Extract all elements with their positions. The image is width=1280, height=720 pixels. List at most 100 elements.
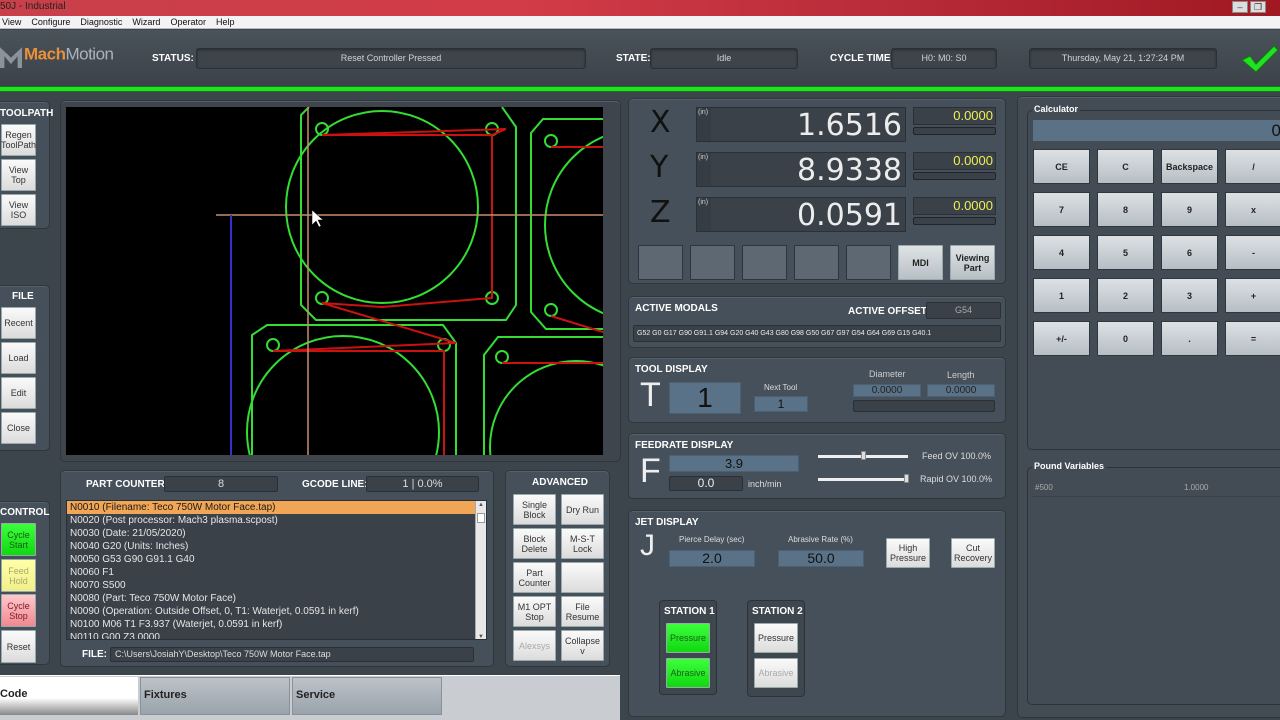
calc-key-c[interactable]: C xyxy=(1097,149,1154,184)
station-2-pressure-button[interactable]: Pressure xyxy=(754,623,798,653)
block-delete-button[interactable]: Block Delete xyxy=(513,528,556,559)
gcode-line[interactable]: N0050 G53 G90 G91.1 G40 xyxy=(67,553,486,566)
station-1-group: STATION 1 Pressure Abrasive xyxy=(659,600,717,695)
m1-opt-stop-button[interactable]: M1 OPT Stop xyxy=(513,596,556,627)
scroll-thumb[interactable] xyxy=(477,513,485,523)
tab-fixtures[interactable]: Fixtures xyxy=(140,677,290,715)
feed-hold-button[interactable]: Feed Hold xyxy=(1,559,36,592)
blank-dro-button-2[interactable] xyxy=(690,245,735,280)
calculator-title: Calculator xyxy=(1032,104,1081,114)
menu-operator[interactable]: Operator xyxy=(170,16,206,28)
jet-display-title: JET DISPLAY xyxy=(635,517,699,528)
gcode-line[interactable]: N0100 M06 T1 F3.937 (Waterjet, 0.0591 in… xyxy=(67,618,486,631)
view-iso-button[interactable]: View ISO xyxy=(1,194,36,226)
calc-key-9[interactable]: 9 xyxy=(1161,192,1218,227)
station-2-abrasive-button[interactable]: Abrasive xyxy=(754,658,798,688)
y-position-field[interactable]: (in) 8.9338 xyxy=(696,152,906,188)
scroll-up-icon[interactable]: ▲ xyxy=(478,502,484,508)
mdi-button[interactable]: MDI xyxy=(898,245,943,280)
gcode-line[interactable]: N0010 (Filename: Teco 750W Motor Face.ta… xyxy=(67,501,486,514)
calc-key-divide[interactable]: / xyxy=(1225,149,1280,184)
gcode-line[interactable]: N0030 (Date: 21/05/2020) xyxy=(67,527,486,540)
part-counter-button[interactable]: Part Counter xyxy=(513,562,556,593)
calc-key-7[interactable]: 7 xyxy=(1033,192,1090,227)
x-position-field[interactable]: (in) 1.6516 xyxy=(696,107,906,143)
menu-configure[interactable]: Configure xyxy=(31,16,70,28)
tab-service[interactable]: Service xyxy=(292,677,442,715)
alexsys-button[interactable]: Alexsys xyxy=(513,630,556,661)
blank-button[interactable] xyxy=(561,562,604,593)
calc-key-negate[interactable]: +/- xyxy=(1033,321,1090,356)
calc-key-6[interactable]: 6 xyxy=(1161,235,1218,270)
gcode-listing[interactable]: N0010 (Filename: Teco 750W Motor Face.ta… xyxy=(66,500,487,640)
calc-key-8[interactable]: 8 xyxy=(1097,192,1154,227)
single-block-button[interactable]: Single Block xyxy=(513,494,556,525)
cycle-stop-button[interactable]: Cycle Stop xyxy=(1,594,36,627)
dry-run-button[interactable]: Dry Run xyxy=(561,494,604,525)
edit-button[interactable]: Edit xyxy=(1,377,36,409)
blank-dro-button-5[interactable] xyxy=(846,245,891,280)
mst-lock-button[interactable]: M-S-T Lock xyxy=(561,528,604,559)
calc-key-decimal[interactable]: . xyxy=(1161,321,1218,356)
calc-key-5[interactable]: 5 xyxy=(1097,235,1154,270)
regen-toolpath-button[interactable]: Regen ToolPath xyxy=(1,124,36,156)
rapid-ov-slider[interactable] xyxy=(818,478,908,481)
gcode-line[interactable]: N0070 S500 xyxy=(67,579,486,592)
calculator-display: 0 xyxy=(1033,120,1280,141)
menu-help[interactable]: Help xyxy=(216,16,235,28)
close-button[interactable]: Close xyxy=(1,412,36,444)
high-pressure-button[interactable]: High Pressure xyxy=(886,538,930,568)
part-bore xyxy=(285,110,479,304)
load-button[interactable]: Load xyxy=(1,342,36,374)
calc-key-multiply[interactable]: x xyxy=(1225,192,1280,227)
tab-code[interactable]: Code xyxy=(0,677,138,715)
calc-key-ce[interactable]: CE xyxy=(1033,149,1090,184)
feed-ov-slider-handle[interactable] xyxy=(861,451,866,460)
rapid-ov-slider-handle[interactable] xyxy=(904,474,909,483)
control-title: CONTROL xyxy=(0,507,50,518)
blank-dro-button-3[interactable] xyxy=(742,245,787,280)
calc-key-4[interactable]: 4 xyxy=(1033,235,1090,270)
calc-key-equals[interactable]: = xyxy=(1225,321,1280,356)
gcode-line[interactable]: N0040 G20 (Units: Inches) xyxy=(67,540,486,553)
calc-key-minus[interactable]: - xyxy=(1225,235,1280,270)
menu-wizard[interactable]: Wizard xyxy=(132,16,160,28)
x-position-value: 1.6516 xyxy=(797,108,902,143)
part-bore xyxy=(489,360,603,455)
collapse-button[interactable]: Collapse v xyxy=(561,630,604,661)
gcode-line[interactable]: N0080 (Part: Teco 750W Motor Face) xyxy=(67,592,486,605)
viewing-part-button[interactable]: Viewing Part xyxy=(950,245,995,280)
calc-key-plus[interactable]: + xyxy=(1225,278,1280,313)
blank-dro-button-1[interactable] xyxy=(638,245,683,280)
minimize-button[interactable]: – xyxy=(1232,1,1248,13)
view-top-button[interactable]: View Top xyxy=(1,159,36,191)
gcode-line[interactable]: N0110 G00 Z3.0000 xyxy=(67,631,486,639)
menu-diagnostic[interactable]: Diagnostic xyxy=(80,16,122,28)
gcode-scrollbar[interactable]: ▲ ▼ xyxy=(475,501,486,639)
toolpath-viewport[interactable] xyxy=(66,107,603,455)
calc-key-1[interactable]: 1 xyxy=(1033,278,1090,313)
cycle-start-button[interactable]: Cycle Start xyxy=(1,523,36,556)
pound-variable-row[interactable]: #500 1.0000 xyxy=(1032,478,1280,497)
restore-button[interactable]: ❐ xyxy=(1250,1,1266,13)
gcode-line[interactable]: N0020 (Post processor: Mach3 plasma.scpo… xyxy=(67,514,486,527)
calc-key-3[interactable]: 3 xyxy=(1161,278,1218,313)
file-resume-button[interactable]: File Resume xyxy=(561,596,604,627)
gcode-line[interactable]: N0090 (Operation: Outside Offset, 0, T1:… xyxy=(67,605,486,618)
x-work-offset: 0.0000 xyxy=(913,107,996,125)
feedrate-panel: FEEDRATE DISPLAY F 3.9 0.0 inch/min Feed… xyxy=(628,433,1006,499)
recent-button[interactable]: Recent xyxy=(1,307,36,339)
calc-key-2[interactable]: 2 xyxy=(1097,278,1154,313)
station-1-pressure-button[interactable]: Pressure xyxy=(666,623,710,653)
blank-dro-button-4[interactable] xyxy=(794,245,839,280)
station-1-abrasive-button[interactable]: Abrasive xyxy=(666,658,710,688)
calc-key-backspace[interactable]: Backspace xyxy=(1161,149,1218,184)
calc-key-0[interactable]: 0 xyxy=(1097,321,1154,356)
gcode-line[interactable]: N0060 F1 xyxy=(67,566,486,579)
cut-recovery-button[interactable]: Cut Recovery xyxy=(951,538,995,568)
tool-info-bar xyxy=(853,400,995,412)
gcode-line-value: 1 | 0.0% xyxy=(366,476,479,492)
z-position-field[interactable]: (in) 0.0591 xyxy=(696,197,906,233)
menu-view[interactable]: View xyxy=(2,16,21,28)
reset-button[interactable]: Reset xyxy=(1,630,36,663)
